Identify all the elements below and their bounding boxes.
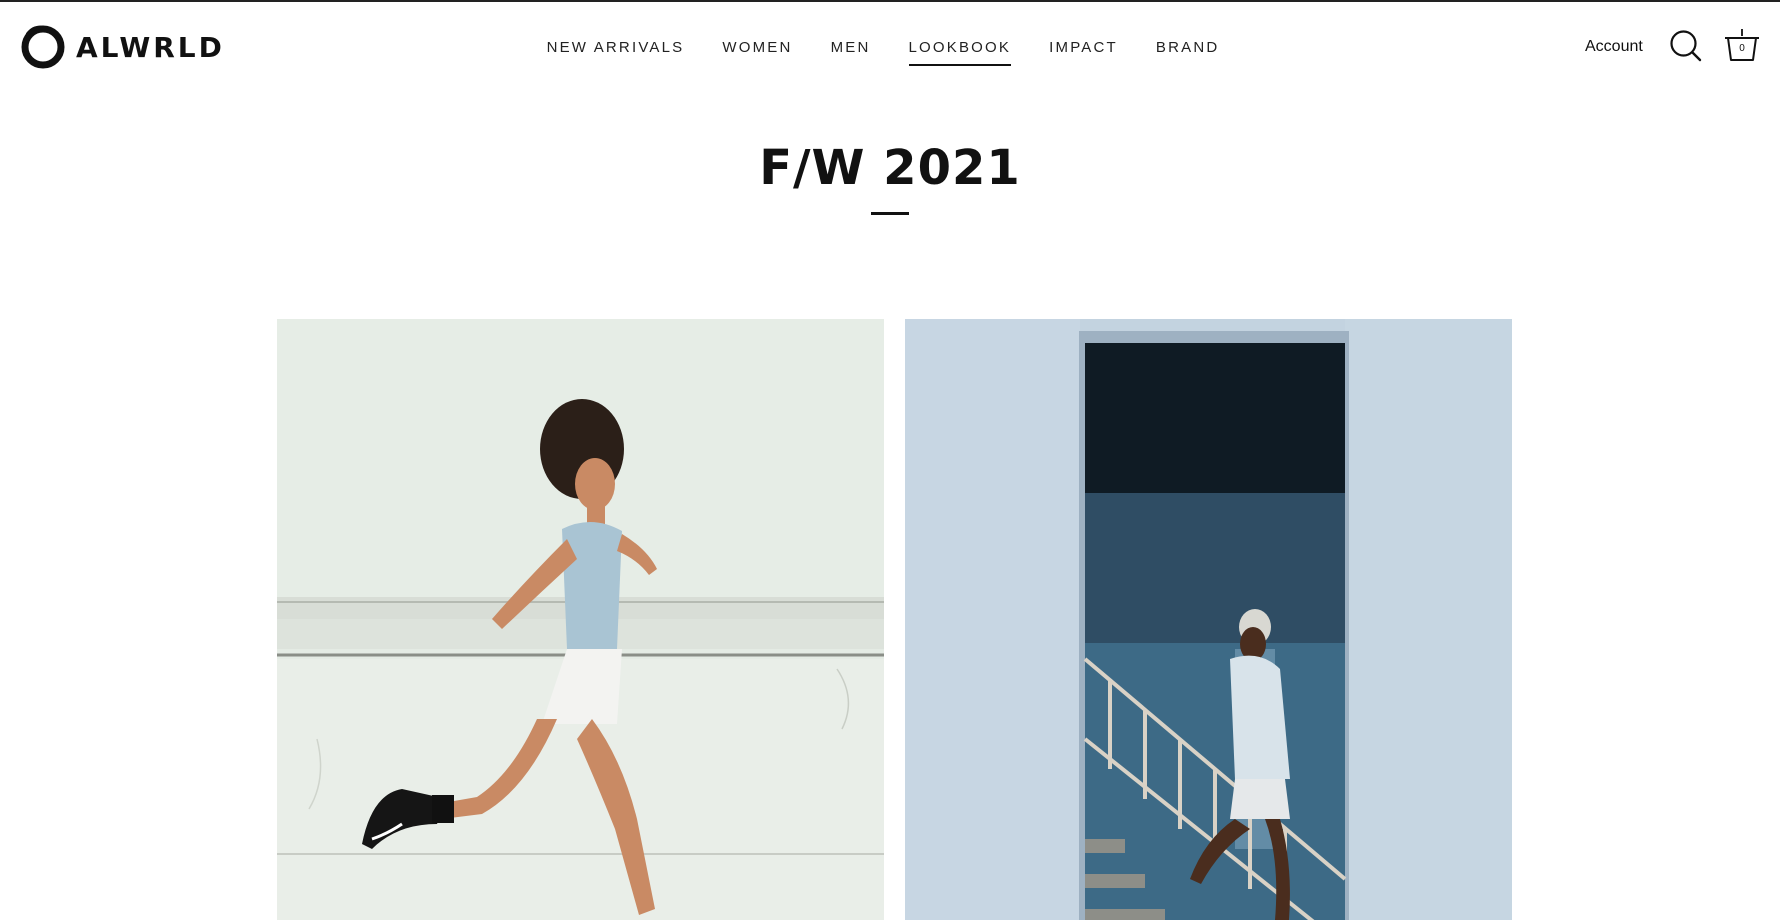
lookbook-photo-runner[interactable] (277, 319, 884, 920)
nav-men[interactable]: MEN (831, 33, 871, 62)
stairs-photo (905, 319, 1512, 920)
nav-women[interactable]: WOMEN (722, 33, 792, 62)
search-icon (1670, 30, 1702, 62)
nav-new-arrivals[interactable]: NEW ARRIVALS (547, 33, 685, 62)
main-nav: NEW ARRIVALS WOMEN MEN LOOKBOOK IMPACT B… (0, 2, 1780, 92)
cart-count-badge: 0 (1739, 43, 1745, 54)
cart-button[interactable]: 0 (1722, 26, 1762, 66)
lookbook-gallery (277, 319, 1513, 920)
account-link[interactable]: Account (1585, 38, 1643, 56)
title-underline (871, 212, 909, 215)
search-button[interactable] (1666, 26, 1706, 66)
site-header: ALWRLD NEW ARRIVALS WOMEN MEN LOOKBOOK I… (0, 2, 1780, 92)
page-heading: F/W 2021 (0, 140, 1780, 215)
page-title: F/W 2021 (759, 140, 1021, 196)
runner-photo (277, 319, 884, 920)
lookbook-photo-stairs[interactable] (905, 319, 1512, 920)
nav-brand[interactable]: BRAND (1156, 33, 1220, 62)
nav-lookbook[interactable]: LOOKBOOK (908, 33, 1012, 66)
nav-impact[interactable]: IMPACT (1049, 33, 1118, 62)
